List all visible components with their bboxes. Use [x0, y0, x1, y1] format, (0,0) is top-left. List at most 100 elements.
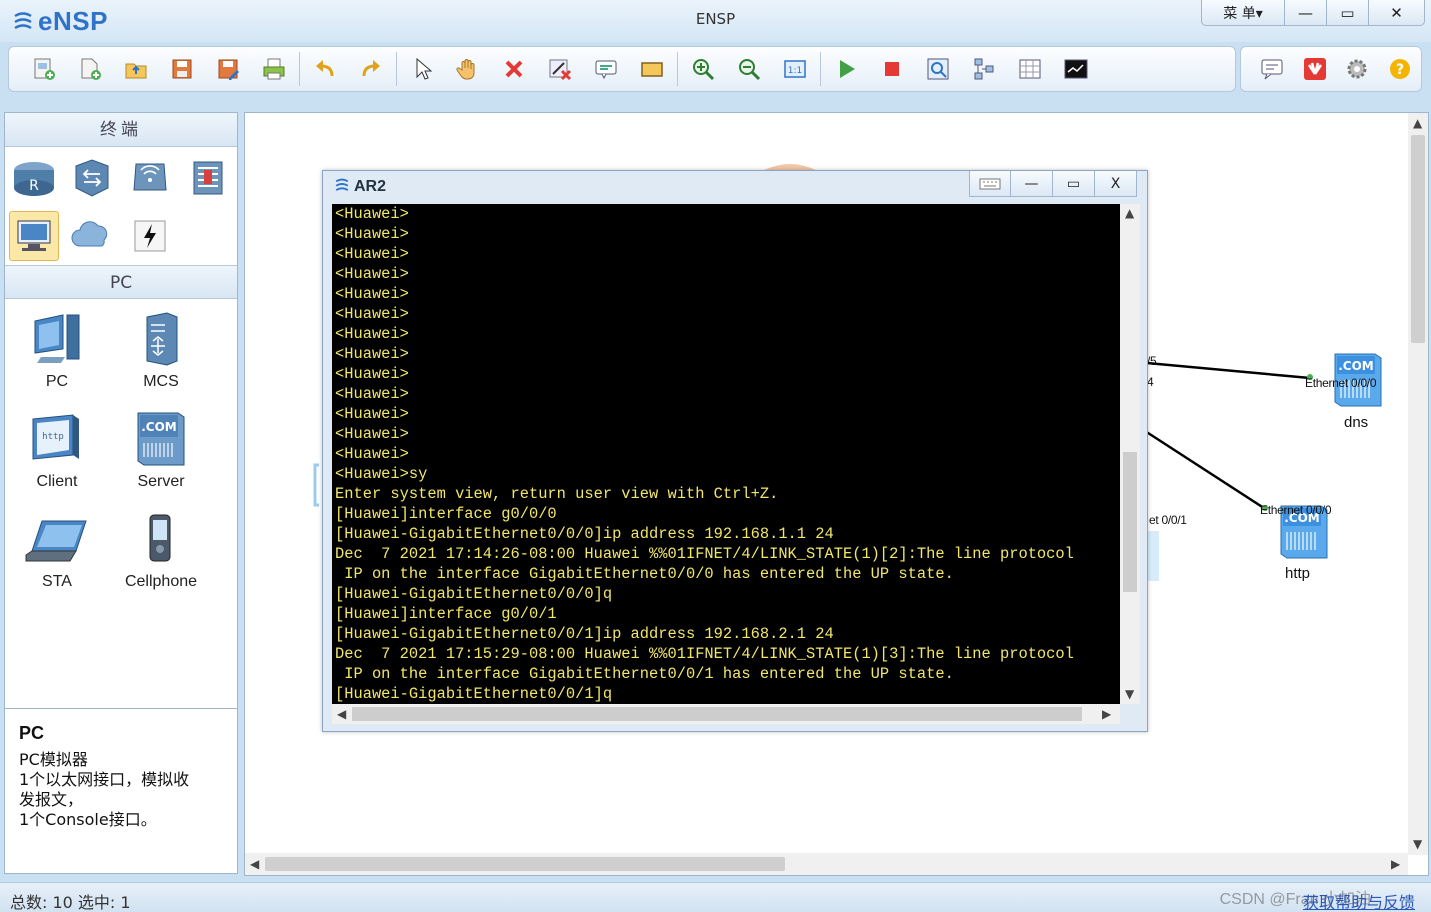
scroll-thumb[interactable]: [352, 707, 1082, 721]
svg-text:1:1: 1:1: [788, 66, 802, 76]
terminal-output[interactable]: <Huawei> <Huawei> <Huawei> <Huawei> <Huawei>…: [332, 204, 1120, 704]
delete-button[interactable]: [491, 49, 537, 89]
save-as-button[interactable]: [205, 49, 251, 89]
wlan-category[interactable]: [125, 153, 175, 203]
device-server[interactable]: .COM Server: [111, 405, 211, 491]
subcategory-title: PC: [5, 265, 237, 299]
scroll-down-icon[interactable]: ▼: [1413, 837, 1422, 851]
switch-category[interactable]: [67, 153, 117, 203]
rectangle-button[interactable]: [629, 49, 675, 89]
description-line: 1个Console接口。: [19, 810, 157, 829]
toolbar-separator: [396, 52, 397, 86]
terminal-horizontal-scrollbar[interactable]: ◀ ▶: [332, 704, 1120, 724]
help-icon: ?: [1389, 59, 1410, 79]
grid-icon: [1019, 59, 1041, 79]
fit-window-button[interactable]: 1:1: [772, 49, 818, 89]
zoom-in-button[interactable]: [680, 49, 726, 89]
scroll-right-icon[interactable]: ▶: [1102, 707, 1111, 721]
terminal-settings-button[interactable]: [969, 171, 1011, 197]
new-topology-icon: [34, 58, 55, 80]
terminal-line: [Huawei]interface g0/0/0: [335, 505, 557, 523]
open-button[interactable]: [113, 49, 159, 89]
terminal-vertical-scrollbar[interactable]: ▲ ▼: [1120, 204, 1140, 704]
text-button[interactable]: [583, 49, 629, 89]
status-bar: 总数: 10 选中: 1 CSDN @Fran 小加油 获取帮助与反馈: [0, 882, 1431, 912]
svg-text:.COM: .COM: [141, 420, 177, 434]
connection-category[interactable]: [125, 211, 175, 261]
device-label: MCS: [143, 373, 179, 390]
lightning-icon: [134, 220, 166, 252]
terminal-line: [Huawei-GigabitEthernet0/0/0]q: [335, 585, 613, 603]
scroll-left-icon[interactable]: ◀: [250, 857, 259, 871]
device-label: Client: [36, 473, 78, 490]
terminal-minimize-button[interactable]: —: [1011, 171, 1053, 197]
save-button[interactable]: [159, 49, 205, 89]
keyboard-icon: [979, 178, 1001, 189]
delete-icon: [505, 60, 523, 78]
close-button[interactable]: ✕: [1369, 0, 1425, 26]
scroll-thumb[interactable]: [1123, 452, 1137, 592]
scroll-thumb[interactable]: [1411, 135, 1425, 343]
cloud-category[interactable]: [67, 211, 117, 261]
terminal-line: [Huawei-GigabitEthernet0/0/1]ip address …: [335, 625, 834, 643]
device-pc[interactable]: PC: [7, 305, 107, 391]
print-button[interactable]: [251, 49, 297, 89]
pc-terminal-icon: [17, 220, 51, 251]
grid-button[interactable]: [1007, 49, 1053, 89]
help-button[interactable]: ?: [1379, 49, 1422, 89]
terminal-category[interactable]: [9, 211, 59, 261]
terminal-button[interactable]: [1053, 49, 1099, 89]
scroll-left-icon[interactable]: ◀: [337, 707, 346, 721]
scroll-right-icon[interactable]: ▶: [1391, 857, 1400, 871]
capture-button[interactable]: [915, 49, 961, 89]
huawei-icon: [1303, 58, 1326, 80]
device-mcs[interactable]: MCS: [111, 305, 211, 391]
scroll-down-icon[interactable]: ▼: [1125, 687, 1134, 701]
undo-button[interactable]: [302, 49, 348, 89]
new-topology-button[interactable]: [21, 49, 67, 89]
stop-device-button[interactable]: [869, 49, 915, 89]
terminal-window[interactable]: AR2 — ▭ X <Huawei> <Huawei> <Huawei> <Huawe…: [322, 170, 1148, 732]
scroll-up-icon[interactable]: ▲: [1125, 206, 1134, 220]
menu-button[interactable]: 菜 单▾: [1201, 0, 1285, 26]
topology-button[interactable]: [961, 49, 1007, 89]
maximize-button[interactable]: ▭: [1327, 0, 1369, 26]
router-icon: R: [14, 162, 54, 196]
settings-button[interactable]: [1336, 49, 1379, 89]
router-category[interactable]: R: [9, 153, 59, 203]
hand-button[interactable]: [445, 49, 491, 89]
canvas-vertical-scrollbar[interactable]: ▲ ▼: [1408, 113, 1428, 855]
scroll-thumb[interactable]: [265, 857, 785, 871]
firewall-category[interactable]: [183, 153, 233, 203]
scroll-up-icon[interactable]: ▲: [1413, 116, 1422, 130]
minimize-button[interactable]: —: [1285, 0, 1327, 26]
zoom-out-button[interactable]: [726, 49, 772, 89]
port-label: et 0/0/1: [1149, 513, 1187, 527]
select-button[interactable]: [399, 49, 445, 89]
terminal-maximize-button[interactable]: ▭: [1053, 171, 1095, 197]
huawei-button[interactable]: [1294, 49, 1337, 89]
device-cellphone[interactable]: Cellphone: [111, 505, 211, 591]
device-description: PC PC模拟器 1个以太网接口，模拟收 发报文， 1个Console接口。: [4, 708, 238, 874]
sta-icon: [25, 520, 87, 562]
device-label: Cellphone: [124, 573, 198, 590]
canvas-horizontal-scrollbar[interactable]: ◀ ▶: [245, 853, 1408, 875]
chat-button[interactable]: [1251, 49, 1294, 89]
new-file-button[interactable]: [67, 49, 113, 89]
right-toolbar: ?: [1240, 46, 1422, 92]
redo-button[interactable]: [348, 49, 394, 89]
terminal-line: [Huawei-GigabitEthernet0/0/1]q: [335, 685, 613, 703]
help-feedback-link[interactable]: 获取帮助与反馈: [1303, 889, 1415, 912]
terminal-line: Dec 7 2021 17:15:29-08:00 Huawei %%01IFN…: [335, 645, 1074, 663]
open-icon: [125, 63, 147, 79]
svg-text:http: http: [42, 432, 64, 442]
link-line[interactable]: [1144, 429, 1268, 512]
hand-icon: [456, 59, 475, 80]
main-toolbar: 1:1: [8, 46, 1236, 92]
delete-link-button[interactable]: [537, 49, 583, 89]
undo-icon: [316, 60, 334, 77]
device-client[interactable]: http Client: [7, 405, 107, 491]
start-device-button[interactable]: [823, 49, 869, 89]
device-sta[interactable]: STA: [7, 505, 107, 591]
terminal-close-button[interactable]: X: [1095, 171, 1137, 197]
